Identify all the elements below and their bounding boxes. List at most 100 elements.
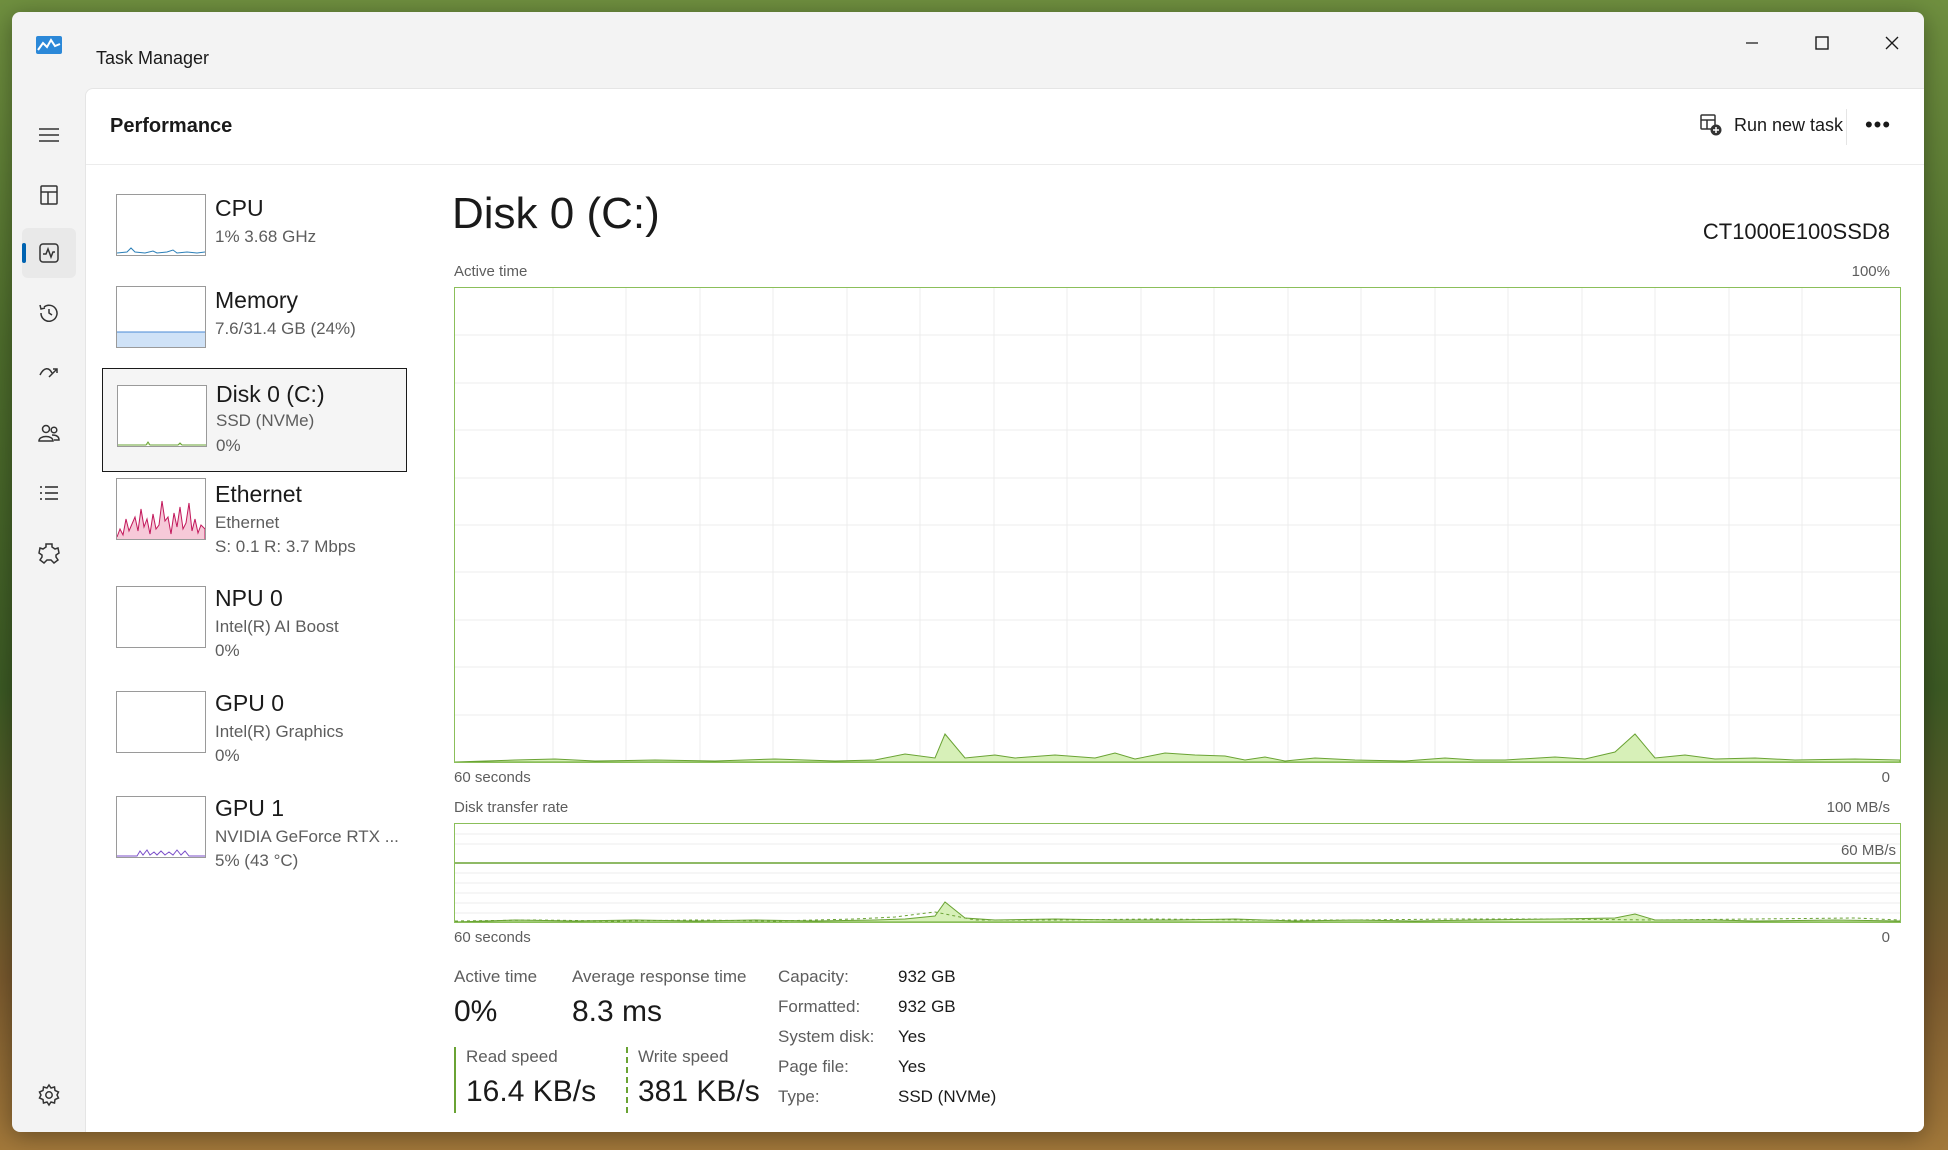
nav-services[interactable] <box>22 528 76 578</box>
close-icon <box>1885 36 1899 50</box>
startup-icon <box>39 368 58 378</box>
close-button[interactable] <box>1872 26 1912 60</box>
read-speed-label: Read speed <box>466 1047 558 1066</box>
device-ethernet[interactable]: Ethernet Ethernet S: 0.1 R: 3.7 Mbps <box>102 473 407 577</box>
left-nav <box>12 88 84 1132</box>
nav-startup[interactable] <box>22 348 76 398</box>
disk-title: Disk 0 (C:) <box>452 189 660 238</box>
page-file-label: Page file: <box>778 1057 849 1076</box>
device-memory[interactable]: Memory 7.6/31.4 GB (24%) <box>102 277 407 381</box>
transfer-rate-graph <box>454 833 1901 923</box>
device-detail: Intel(R) AI Boost <box>215 617 339 636</box>
page-file-value: Yes <box>898 1057 926 1076</box>
run-new-task-label: Run new task <box>1734 114 1844 135</box>
device-detail: 1% 3.68 GHz <box>215 227 317 246</box>
run-new-task-button[interactable]: Run new task <box>1690 105 1853 145</box>
device-disk-0[interactable]: Disk 0 (C:) SSD (NVMe) 0% <box>102 368 407 472</box>
device-usage: 5% (43 °C) <box>215 851 299 870</box>
maximize-button[interactable] <box>1802 26 1842 60</box>
capacity-value: 932 GB <box>898 967 956 986</box>
services-icon <box>38 543 60 564</box>
system-disk-label: System disk: <box>778 1027 875 1046</box>
nav-menu-button[interactable] <box>22 110 76 160</box>
active-time-chart-min: 0 <box>1881 769 1890 786</box>
page-title: Performance <box>110 115 233 137</box>
more-options-button[interactable]: ••• <box>1856 103 1900 147</box>
device-gpu-0[interactable]: GPU 0 Intel(R) Graphics 0% <box>102 683 407 787</box>
active-time-chart <box>454 287 1901 763</box>
device-name: Disk 0 (C:) <box>216 381 325 407</box>
minimize-icon <box>1746 42 1758 44</box>
nav-settings[interactable] <box>22 1070 76 1120</box>
task-manager-app-icon <box>36 36 62 54</box>
formatted-value: 932 GB <box>898 997 956 1016</box>
title-bar: Task Manager <box>12 12 1924 88</box>
disk-model: CT1000E100SSD8 <box>1702 219 1890 244</box>
device-detail: NVIDIA GeForce RTX ... <box>215 827 399 846</box>
type-label: Type: <box>778 1087 820 1106</box>
memory-mini-chart <box>117 331 205 347</box>
processes-icon <box>40 185 58 205</box>
disk-thumbnail-graph <box>117 385 207 447</box>
avg-response-label: Average response time <box>572 967 747 986</box>
transfer-rate-chart-min: 0 <box>1881 929 1890 946</box>
active-time-chart-label: Active time <box>454 263 528 280</box>
write-speed-marker <box>626 1047 628 1113</box>
active-time-label: Active time <box>454 967 538 986</box>
nav-users[interactable] <box>22 408 76 458</box>
device-usage: 0% <box>215 746 240 765</box>
window-title: Task Manager <box>96 48 210 68</box>
transfer-rate-chart-max: 100 MB/s <box>1826 799 1890 816</box>
device-name: NPU 0 <box>215 585 283 611</box>
page-header: Performance Run new task ••• <box>86 89 1924 165</box>
active-time-value: 0% <box>454 995 498 1028</box>
type-value: SSD (NVMe) <box>898 1087 997 1106</box>
device-detail: Intel(R) Graphics <box>215 722 344 741</box>
device-cpu[interactable]: CPU 1% 3.68 GHz <box>102 185 407 289</box>
run-task-icon <box>1700 114 1722 136</box>
active-time-chart-max: 100% <box>1851 263 1890 280</box>
device-npu-0[interactable]: NPU 0 Intel(R) AI Boost 0% <box>102 578 407 682</box>
hamburger-icon <box>39 128 59 142</box>
nav-app-history[interactable] <box>22 288 76 338</box>
task-manager-window: Task Manager Performance Run new task ••… <box>12 12 1924 1132</box>
settings-icon <box>38 1083 60 1107</box>
avg-response-value: 8.3 ms <box>572 995 663 1028</box>
transfer-rate-chart-label: Disk transfer rate <box>454 799 569 816</box>
write-speed-value: 381 KB/s <box>638 1075 760 1108</box>
device-name: Memory <box>215 287 299 313</box>
nav-performance[interactable] <box>22 228 76 278</box>
device-throughput: S: 0.1 R: 3.7 Mbps <box>215 537 356 556</box>
nav-processes[interactable] <box>22 170 76 220</box>
maximize-icon <box>1815 36 1829 50</box>
device-gpu-1[interactable]: GPU 1 NVIDIA GeForce RTX ... 5% (43 °C) <box>102 788 407 892</box>
device-name: GPU 0 <box>215 690 285 716</box>
write-speed-label: Write speed <box>638 1047 729 1066</box>
app-history-icon <box>39 304 58 322</box>
ethernet-thumbnail-graph <box>116 478 206 540</box>
device-name: GPU 1 <box>215 795 285 821</box>
transfer-rate-chart-duration: 60 seconds <box>454 929 531 946</box>
device-name: Ethernet <box>215 481 302 507</box>
minimize-button[interactable] <box>1732 26 1772 60</box>
npu-thumbnail-graph <box>116 586 206 648</box>
more-icon: ••• <box>1864 112 1892 137</box>
formatted-label: Formatted: <box>778 997 861 1016</box>
memory-thumbnail-graph <box>116 286 206 348</box>
device-detail: 7.6/31.4 GB (24%) <box>215 319 356 338</box>
transfer-rate-chart: 60 MB/s <box>454 823 1901 923</box>
transfer-rate-scale-line-label: 60 MB/s <box>1840 842 1896 859</box>
device-name: CPU <box>215 195 264 221</box>
details-icon <box>40 486 58 500</box>
gpu1-mini-chart <box>117 849 205 857</box>
cpu-mini-chart <box>117 247 205 254</box>
ethernet-mini-chart <box>117 500 205 539</box>
capacity-label: Capacity: <box>778 967 849 986</box>
active-time-chart-duration: 60 seconds <box>454 769 531 786</box>
device-usage: 0% <box>215 641 240 660</box>
header-divider <box>1846 109 1847 145</box>
read-speed-marker <box>454 1047 456 1113</box>
nav-details[interactable] <box>22 468 76 518</box>
read-speed-value: 16.4 KB/s <box>466 1075 597 1108</box>
cpu-thumbnail-graph <box>116 194 206 256</box>
